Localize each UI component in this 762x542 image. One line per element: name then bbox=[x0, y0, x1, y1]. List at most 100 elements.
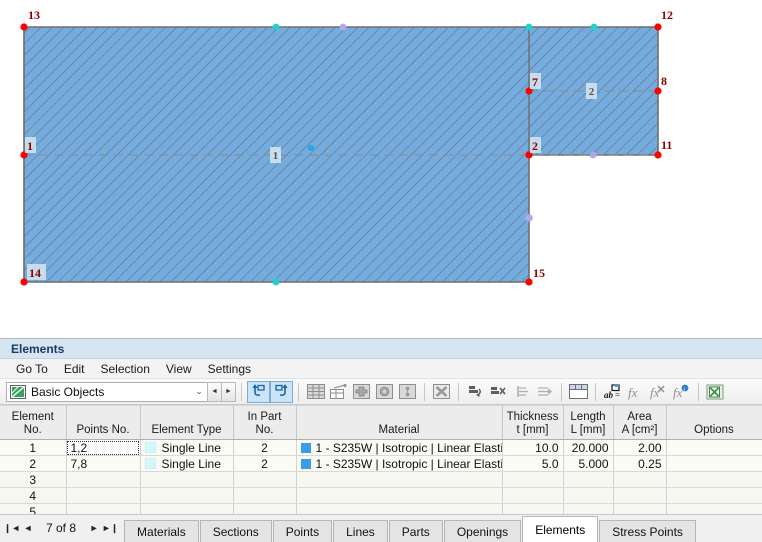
cell-element-type[interactable]: Single Line bbox=[140, 455, 234, 472]
node-point[interactable] bbox=[654, 23, 662, 31]
cell-area[interactable] bbox=[613, 471, 667, 488]
table-grid-icon[interactable] bbox=[304, 381, 327, 403]
row-number-cell[interactable]: 3 bbox=[0, 471, 67, 488]
elements-table-container[interactable]: Element No. Points No. Element Type In P… bbox=[0, 405, 762, 515]
cell-material[interactable] bbox=[296, 471, 503, 488]
col-header-element-no[interactable]: Element No. bbox=[0, 405, 67, 440]
function-fx-info-icon[interactable]: fx i bbox=[670, 381, 693, 403]
cell-element-type[interactable] bbox=[140, 471, 234, 488]
chevron-down-icon[interactable]: ⌄ bbox=[191, 386, 207, 397]
node-point[interactable] bbox=[654, 151, 662, 159]
tab-lines[interactable]: Lines bbox=[333, 520, 388, 542]
cell-area[interactable]: 2.00 bbox=[613, 439, 667, 456]
cell-length[interactable]: 20.000 bbox=[563, 439, 614, 456]
cell-area[interactable] bbox=[613, 487, 667, 504]
cell-thickness[interactable]: 5.0 bbox=[502, 455, 564, 472]
row-number-cell[interactable]: 2 bbox=[0, 455, 67, 472]
midpoint-marker[interactable] bbox=[339, 23, 347, 31]
tab-openings[interactable]: Openings bbox=[443, 520, 522, 542]
cell-in-part-no[interactable] bbox=[233, 471, 297, 488]
table-row[interactable]: 1 1,2 Single Line 2 1 - S235W | Isotropic | … bbox=[0, 439, 762, 456]
cell-options[interactable] bbox=[666, 471, 762, 488]
expand-right-icon[interactable] bbox=[533, 381, 556, 403]
function-fx-icon[interactable]: fx bbox=[624, 381, 647, 403]
delete-all-icon[interactable] bbox=[430, 381, 453, 403]
export-excel-icon[interactable] bbox=[704, 381, 727, 403]
node-point[interactable] bbox=[20, 278, 28, 286]
col-header-thickness[interactable]: Thickness t [mm] bbox=[502, 405, 564, 440]
next-page-button[interactable]: ► bbox=[86, 518, 102, 538]
cell-points-no[interactable]: 1,2 bbox=[66, 439, 141, 456]
delete-row-icon[interactable] bbox=[487, 381, 510, 403]
settings-gear-icon[interactable] bbox=[373, 381, 396, 403]
menu-view[interactable]: View bbox=[158, 360, 200, 378]
table-row[interactable]: 3 bbox=[0, 471, 762, 488]
cell-points-no[interactable] bbox=[66, 487, 141, 504]
midpoint-marker[interactable] bbox=[272, 23, 280, 31]
midpoint-marker[interactable] bbox=[589, 151, 597, 159]
node-point[interactable] bbox=[525, 278, 533, 286]
last-page-button[interactable]: ►❙ bbox=[102, 518, 118, 538]
midpoint-marker[interactable] bbox=[525, 23, 533, 31]
menu-edit[interactable]: Edit bbox=[56, 360, 93, 378]
prev-page-button[interactable]: ◄ bbox=[20, 518, 36, 538]
insert-row-icon[interactable] bbox=[464, 381, 487, 403]
cell-options[interactable] bbox=[666, 455, 762, 472]
add-row-icon[interactable] bbox=[350, 381, 373, 403]
cell-in-part-no[interactable]: 2 bbox=[233, 439, 297, 456]
cell-material[interactable]: 1 - S235W | Isotropic | Linear Elastic bbox=[296, 439, 503, 456]
col-header-options[interactable]: Options bbox=[666, 405, 762, 440]
tab-sections[interactable]: Sections bbox=[199, 520, 272, 542]
table-link-icon[interactable] bbox=[327, 381, 350, 403]
col-header-element-type[interactable]: Element Type bbox=[140, 405, 234, 440]
menu-goto[interactable]: Go To bbox=[8, 360, 56, 378]
cell-options[interactable] bbox=[666, 439, 762, 456]
menu-settings[interactable]: Settings bbox=[200, 360, 259, 378]
undo-icon[interactable] bbox=[247, 380, 270, 403]
cell-element-type[interactable]: Single Line bbox=[140, 439, 234, 456]
col-header-material[interactable]: Material bbox=[296, 405, 503, 440]
cell-length[interactable] bbox=[563, 487, 614, 504]
midpoint-marker[interactable] bbox=[272, 278, 280, 286]
redo-icon[interactable] bbox=[270, 380, 293, 403]
rename-ab-icon[interactable]: ab = bbox=[601, 381, 624, 403]
table-row[interactable]: 2 7,8 Single Line 2 1 - S235W | Isotropic | … bbox=[0, 455, 762, 472]
col-header-area[interactable]: Area A [cm²] bbox=[613, 405, 667, 440]
next-category-button[interactable]: ► bbox=[221, 381, 236, 402]
row-number-cell[interactable]: 1 bbox=[0, 439, 67, 456]
tab-elements[interactable]: Elements bbox=[522, 516, 599, 542]
cell-in-part-no[interactable]: 2 bbox=[233, 455, 297, 472]
cell-length[interactable]: 5.000 bbox=[563, 455, 614, 472]
node-point[interactable] bbox=[20, 23, 28, 31]
cell-thickness[interactable]: 10.0 bbox=[502, 439, 564, 456]
col-header-length[interactable]: Length L [mm] bbox=[563, 405, 614, 440]
cell-in-part-no[interactable] bbox=[233, 487, 297, 504]
function-fx-delete-icon[interactable]: fx bbox=[647, 381, 670, 403]
prev-category-button[interactable]: ◄ bbox=[207, 381, 222, 402]
col-header-points-no[interactable]: Points No. bbox=[66, 405, 141, 440]
tab-materials[interactable]: Materials bbox=[124, 520, 199, 542]
cell-thickness[interactable] bbox=[502, 471, 564, 488]
cell-material[interactable]: 1 - S235W | Isotropic | Linear Elastic bbox=[296, 455, 503, 472]
tab-parts[interactable]: Parts bbox=[388, 520, 443, 542]
cell-area[interactable]: 0.25 bbox=[613, 455, 667, 472]
cell-element-type[interactable] bbox=[140, 487, 234, 504]
cell-length[interactable] bbox=[563, 471, 614, 488]
midpoint-marker[interactable] bbox=[525, 214, 533, 222]
midpoint-marker[interactable] bbox=[590, 23, 598, 31]
first-page-button[interactable]: ❙◄ bbox=[4, 518, 20, 538]
model-drawing[interactable]: 1 2 13 12 8 11 7 2 1 14 15 bbox=[0, 0, 762, 338]
tab-points[interactable]: Points bbox=[272, 520, 333, 542]
cell-points-no[interactable] bbox=[66, 471, 141, 488]
table-row[interactable]: 4 bbox=[0, 487, 762, 504]
cell-thickness[interactable] bbox=[502, 487, 564, 504]
collapse-left-icon[interactable] bbox=[510, 381, 533, 403]
row-number-cell[interactable]: 4 bbox=[0, 487, 67, 504]
tab-stress-points[interactable]: Stress Points bbox=[599, 520, 696, 542]
cad-viewport[interactable]: 1 2 13 12 8 11 7 2 1 14 15 bbox=[0, 0, 762, 338]
cell-options[interactable] bbox=[666, 487, 762, 504]
split-view-icon[interactable] bbox=[567, 381, 590, 403]
object-category-combobox[interactable]: Basic Objects ⌄ bbox=[6, 381, 208, 402]
two-dots-icon[interactable] bbox=[396, 381, 419, 403]
menu-selection[interactable]: Selection bbox=[93, 360, 158, 378]
